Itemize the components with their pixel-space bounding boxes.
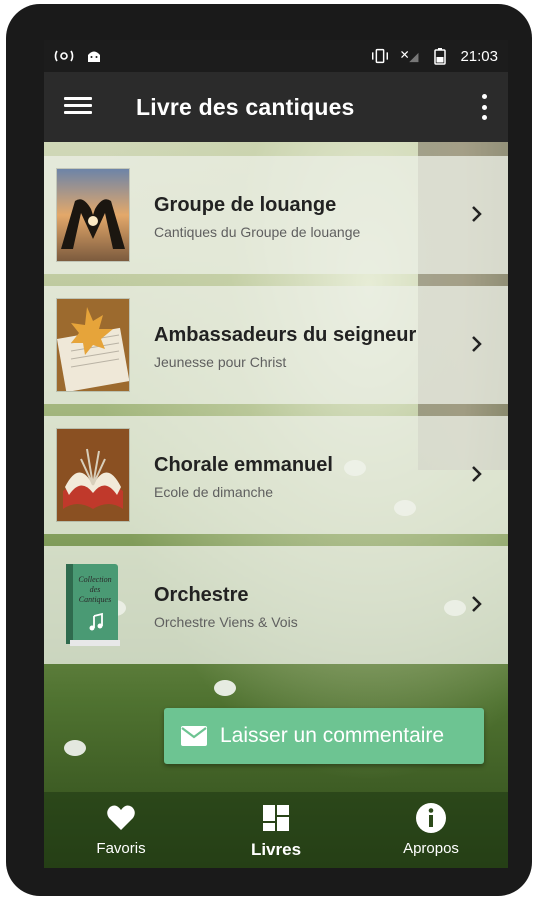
hamburger-menu-icon[interactable]	[62, 94, 94, 120]
nav-favoris-label: Favoris	[96, 840, 146, 857]
item-subtitle: Cantiques du Groupe de louange	[154, 224, 361, 240]
email-icon	[181, 726, 207, 746]
item-subtitle: Jeunesse pour Christ	[154, 354, 287, 370]
chevron-right-icon	[472, 336, 482, 352]
chevron-right-icon	[472, 466, 482, 482]
status-time: 21:03	[460, 47, 498, 65]
background-flower	[214, 680, 236, 696]
info-icon	[416, 803, 446, 833]
more-vert-icon[interactable]	[478, 94, 490, 120]
list-item-orchestre[interactable]: Collection des Cantiques Orchestre Orche…	[44, 546, 508, 664]
signal-icon	[400, 46, 420, 66]
heart-hands-image	[56, 168, 130, 262]
songbook-cover-text: des	[90, 585, 101, 594]
battery-icon	[430, 46, 450, 66]
background-flower	[64, 740, 86, 756]
item-title: Groupe de louange	[154, 194, 337, 216]
chevron-right-icon	[472, 596, 482, 612]
nav-livres-label: Livres	[250, 840, 302, 859]
list-item-ambassadeurs-du-seigneur[interactable]: Ambassadeurs du seigneur Jeunesse pour C…	[44, 286, 508, 404]
device-frame: 21:03 Livre des cantiques Groupe de loua…	[6, 4, 532, 896]
list-item-chorale-emmanuel[interactable]: Chorale emmanuel Ecole de dimanche	[44, 416, 508, 534]
nav-apropos[interactable]: Apropos	[376, 792, 486, 868]
grid-icon	[263, 805, 289, 831]
android-icon	[84, 46, 104, 66]
bottom-navigation: Favoris Livres Apropos	[44, 792, 508, 868]
heart-icon	[107, 805, 135, 830]
leave-comment-button[interactable]: Laisser un commentaire	[164, 708, 484, 764]
wifi-calling-icon	[54, 46, 74, 66]
page-title: Livre des cantiques	[136, 94, 355, 120]
nav-favoris[interactable]: Favoris	[66, 792, 176, 868]
item-title: Ambassadeurs du seigneur	[154, 324, 417, 346]
open-book-image	[56, 428, 130, 522]
item-title: Chorale emmanuel	[154, 454, 333, 476]
list-item-groupe-de-louange[interactable]: Groupe de louange Cantiques du Groupe de…	[44, 156, 508, 274]
leave-comment-label: Laisser un commentaire	[220, 724, 445, 747]
item-subtitle: Orchestre Viens & Vois	[154, 614, 298, 630]
app-toolbar: Livre des cantiques	[44, 72, 508, 142]
nav-apropos-label: Apropos	[403, 840, 459, 857]
chevron-right-icon	[472, 206, 482, 222]
nav-livres[interactable]: Livres	[221, 792, 331, 868]
songbook-cover-text: Cantiques	[79, 595, 111, 604]
item-subtitle: Ecole de dimanche	[154, 484, 274, 500]
item-title: Orchestre	[154, 584, 249, 606]
vibrate-icon	[370, 46, 390, 66]
status-bar: 21:03	[44, 40, 508, 72]
screen: 21:03 Livre des cantiques Groupe de loua…	[44, 40, 508, 868]
green-songbook-image: Collection des Cantiques	[56, 558, 128, 650]
songbook-cover-text: Collection	[78, 575, 111, 584]
maple-leaf-book-image	[56, 298, 130, 392]
